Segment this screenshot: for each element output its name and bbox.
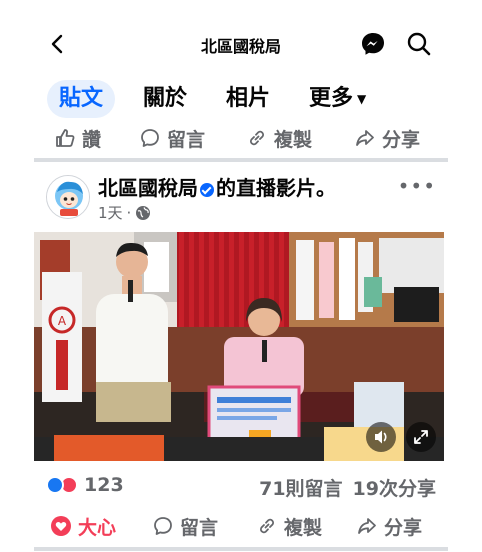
share-icon: [358, 518, 376, 534]
live-video[interactable]: A: [34, 232, 444, 461]
comment-button[interactable]: 留言: [139, 122, 205, 154]
share-icon: [356, 130, 374, 146]
reaction-count: 123: [84, 474, 124, 496]
shares-count[interactable]: 19次分享: [353, 474, 436, 501]
previous-post-actions: 讚 留言 複製 分享: [34, 122, 448, 154]
comment-label: 留言: [180, 516, 219, 539]
post-title: 北區國稅局 的直播影片。: [98, 172, 336, 201]
post-time[interactable]: 1天: [98, 202, 123, 223]
caret-down-icon: ▼: [357, 92, 367, 106]
post-meta: 1天 ·: [98, 202, 151, 223]
messenger-icon[interactable]: [359, 30, 387, 58]
more-icon[interactable]: •••: [398, 174, 436, 198]
thumbs-up-icon: [56, 129, 75, 147]
meta-separator: ·: [126, 203, 132, 222]
comment-icon: [141, 129, 159, 147]
top-bar: 北區國稅局: [0, 22, 482, 66]
verified-icon: [200, 182, 214, 197]
like-button[interactable]: 讚: [54, 122, 101, 154]
page-name-link[interactable]: 北區國稅局: [98, 176, 198, 200]
comment-button[interactable]: 留言: [152, 510, 218, 542]
back-icon[interactable]: [44, 30, 72, 58]
share-button[interactable]: 分享: [356, 510, 422, 542]
love-label: 大心: [78, 516, 117, 539]
tab-posts[interactable]: 貼文: [47, 80, 116, 118]
search-icon[interactable]: [405, 30, 433, 58]
copy-label: 複製: [284, 516, 323, 539]
share-button[interactable]: 分享: [354, 122, 420, 154]
comment-icon: [154, 517, 172, 535]
post-title-suffix: 的直播影片。: [216, 176, 336, 200]
avatar[interactable]: [46, 175, 90, 219]
like-reaction-icon: [46, 476, 64, 494]
profile-tabs: 貼文 關於 相片 更多 ▼: [0, 80, 482, 120]
comment-label: 留言: [167, 128, 206, 151]
bottom-divider: [34, 547, 448, 551]
tab-more[interactable]: 更多 ▼: [309, 80, 366, 118]
post-divider: [34, 158, 448, 162]
globe-icon: [136, 205, 151, 220]
tab-photos[interactable]: 相片: [226, 80, 270, 118]
reactions-summary[interactable]: 123: [46, 474, 124, 496]
fullscreen-icon[interactable]: [406, 422, 436, 452]
post-header: 北區國稅局 的直播影片。 1天 · •••: [34, 172, 448, 228]
love-button[interactable]: 大心: [50, 510, 116, 542]
post-actions: 大心 留言 複製 分享: [34, 510, 448, 542]
link-icon: [260, 518, 274, 534]
copy-label: 複製: [274, 128, 313, 151]
share-label: 分享: [382, 128, 421, 151]
tab-more-label: 更多: [309, 86, 354, 111]
share-label: 分享: [384, 516, 423, 539]
copy-button[interactable]: 複製: [246, 122, 312, 154]
like-label: 讚: [82, 128, 102, 151]
love-icon: [51, 516, 71, 536]
volume-icon[interactable]: [366, 422, 396, 452]
comments-count[interactable]: 71則留言: [259, 474, 342, 501]
engagement-counts: 71則留言 19次分享: [259, 474, 436, 501]
svg-text:A: A: [58, 314, 67, 328]
post-stats: 123 71則留言 19次分享: [34, 472, 448, 500]
tab-about[interactable]: 關於: [143, 80, 187, 118]
link-icon: [250, 130, 264, 146]
copy-button[interactable]: 複製: [256, 510, 322, 542]
